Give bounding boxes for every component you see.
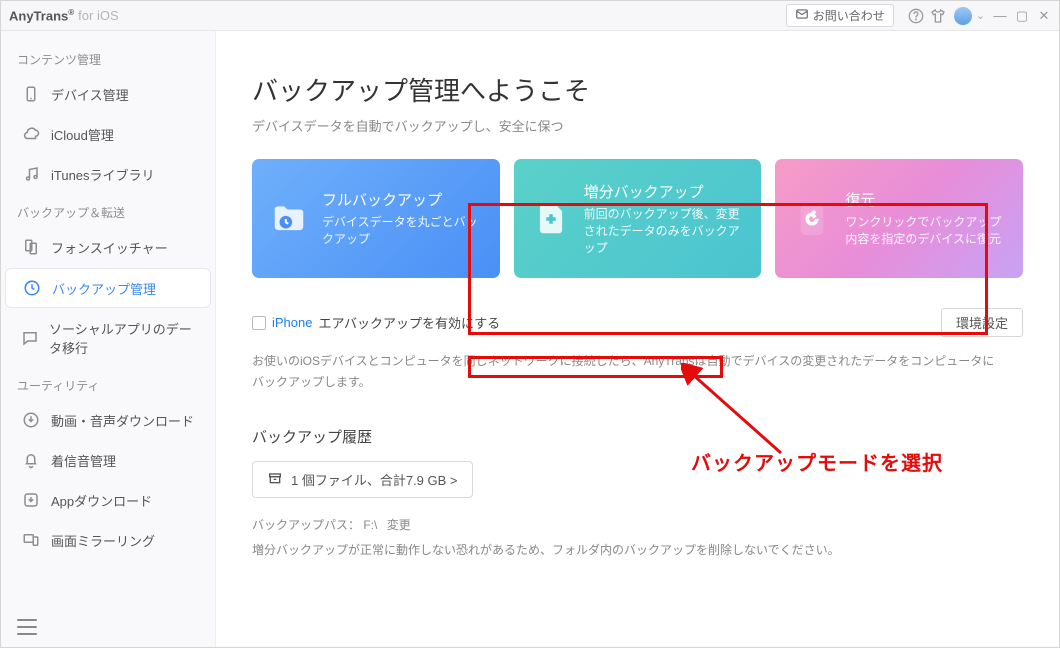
sidebar-item-label: デバイス管理: [51, 85, 129, 104]
sidebar-item-itunes[interactable]: iTunesライブラリ: [5, 155, 211, 193]
sidebar-item-device[interactable]: デバイス管理: [5, 75, 211, 113]
env-settings-button[interactable]: 環境設定: [941, 308, 1023, 337]
air-backup-desc: お使いのiOSデバイスとコンピュータを同じネットワークに接続したら、AnyTra…: [252, 351, 1023, 392]
main-content: バックアップ管理へようこそ デバイスデータを自動でバックアップし、安全に保つ フ…: [216, 31, 1059, 647]
contact-label: お問い合わせ: [813, 7, 885, 24]
sidebar-section-backup: バックアップ＆転送: [1, 194, 215, 227]
sidebar-item-ringtone[interactable]: 着信音管理: [5, 441, 211, 479]
sidebar-item-icloud[interactable]: iCloud管理: [5, 115, 211, 153]
app-window: AnyTrans® for iOS お問い合わせ ⌄ — ▢ ✕ コンテンツ管理…: [0, 0, 1060, 648]
sidebar-item-label: ソーシャルアプリのデータ移行: [49, 319, 195, 357]
restore-icon: [793, 198, 831, 240]
close-button[interactable]: ✕: [1037, 9, 1051, 23]
mail-icon: [795, 7, 809, 24]
backup-history-text: 1 個ファイル、合計7.9 GB >: [291, 470, 458, 489]
sidebar-item-media-dl[interactable]: 動画・音声ダウンロード: [5, 401, 211, 439]
cloud-icon: [21, 124, 41, 144]
app-icon: [21, 490, 41, 510]
device-icon: [21, 84, 41, 104]
card-incremental-backup[interactable]: 増分バックアップ 前回のバックアップ後、変更されたデータのみをバックアップ: [514, 159, 762, 278]
file-plus-icon: [532, 198, 570, 240]
air-backup-checkbox[interactable]: [252, 316, 266, 330]
sidebar-section-utility: ユーティリティ: [1, 367, 215, 400]
page-subtitle: デバイスデータを自動でバックアップし、安全に保つ: [252, 116, 1023, 135]
sidebar-item-label: バックアップ管理: [52, 279, 156, 298]
card-restore[interactable]: 復元 ワンクリックでバックアップ内容を指定のデバイスに復元: [775, 159, 1023, 278]
card-title: フルバックアップ: [322, 189, 482, 210]
sidebar-menu-toggle[interactable]: [1, 607, 215, 647]
contact-button[interactable]: お問い合わせ: [786, 4, 894, 27]
card-sub: 前回のバックアップ後、変更されたデータのみをバックアップ: [584, 206, 744, 256]
app-brand: AnyTrans®: [9, 8, 74, 23]
music-icon: [21, 164, 41, 184]
sidebar-item-phone-switcher[interactable]: フォンスイッチャー: [5, 228, 211, 266]
backup-path-change-link[interactable]: 変更: [387, 518, 411, 532]
backup-history-button[interactable]: 1 個ファイル、合計7.9 GB >: [252, 461, 473, 498]
maximize-button[interactable]: ▢: [1015, 9, 1029, 23]
air-backup-device: iPhone: [272, 315, 312, 330]
sidebar-item-label: フォンスイッチャー: [51, 238, 168, 257]
bell-icon: [21, 450, 41, 470]
air-backup-row: iPhone エアバックアップを有効にする 環境設定: [252, 308, 1023, 337]
shirt-icon[interactable]: [930, 8, 946, 24]
titlebar: AnyTrans® for iOS お問い合わせ ⌄ — ▢ ✕: [1, 1, 1059, 31]
sidebar-item-label: iCloud管理: [51, 125, 114, 144]
backup-path-row: バックアップパス： F:\ 変更: [252, 516, 1023, 533]
help-icon[interactable]: [908, 8, 924, 24]
chevron-down-icon[interactable]: ⌄: [976, 9, 985, 22]
card-sub: ワンクリックでバックアップ内容を指定のデバイスに復元: [845, 214, 1005, 248]
sidebar-item-label: iTunesライブラリ: [51, 165, 155, 184]
sidebar-section-content: コンテンツ管理: [1, 41, 215, 74]
sidebar-item-social[interactable]: ソーシャルアプリのデータ移行: [5, 310, 211, 366]
mirror-icon: [21, 530, 41, 550]
hamburger-icon: [17, 619, 37, 635]
sidebar-item-label: 動画・音声ダウンロード: [51, 411, 194, 430]
sidebar-item-app-dl[interactable]: Appダウンロード: [5, 481, 211, 519]
card-sub: デバイスデータを丸ごとバックアップ: [322, 214, 482, 248]
air-backup-label: エアバックアップを有効にする: [318, 313, 500, 332]
sidebar-item-label: Appダウンロード: [51, 491, 152, 510]
backup-path-label: バックアップパス： F:\: [252, 518, 377, 532]
folder-clock-icon: [270, 198, 308, 240]
sidebar-item-label: 画面ミラーリング: [51, 531, 155, 550]
sidebar-item-label: 着信音管理: [51, 451, 116, 470]
card-title: 増分バックアップ: [584, 181, 744, 202]
app-subtitle: for iOS: [78, 8, 118, 23]
minimize-button[interactable]: —: [993, 9, 1007, 23]
chat-icon: [21, 328, 39, 348]
annotation-text: バックアップモードを選択: [691, 447, 943, 476]
sidebar: コンテンツ管理 デバイス管理 iCloud管理 iTunesライブラリ バックア…: [1, 31, 216, 647]
archive-icon: [267, 470, 283, 489]
backup-icon: [22, 278, 42, 298]
card-full-backup[interactable]: フルバックアップ デバイスデータを丸ごとバックアップ: [252, 159, 500, 278]
card-title: 復元: [845, 189, 1005, 210]
avatar[interactable]: [954, 7, 972, 25]
switch-icon: [21, 237, 41, 257]
sidebar-item-mirror[interactable]: 画面ミラーリング: [5, 521, 211, 559]
backup-mode-cards: フルバックアップ デバイスデータを丸ごとバックアップ 増分バックアップ 前回のバ…: [252, 159, 1023, 278]
backup-history-title: バックアップ履歴: [252, 426, 1023, 447]
download-icon: [21, 410, 41, 430]
page-title: バックアップ管理へようこそ: [252, 71, 1023, 108]
sidebar-item-backup-mgmt[interactable]: バックアップ管理: [5, 268, 211, 308]
backup-path-note: 増分バックアップが正常に動作しない恐れがあるため、フォルダ内のバックアップを削除…: [252, 541, 1023, 558]
